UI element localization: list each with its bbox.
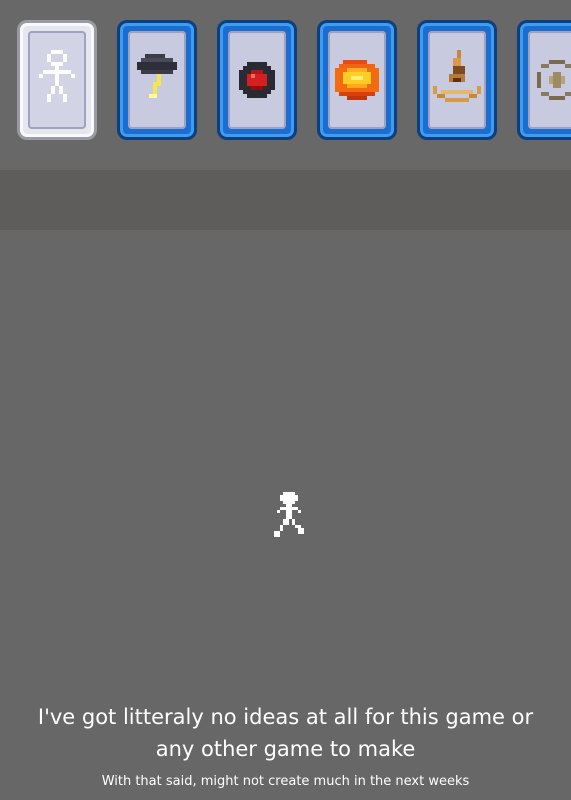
card-flame-pit[interactable] bbox=[417, 20, 497, 140]
card-ring[interactable] bbox=[517, 20, 571, 140]
storm-cloud-icon bbox=[137, 54, 177, 98]
flame-pit-icon bbox=[433, 50, 481, 102]
card-storm[interactable] bbox=[117, 20, 197, 140]
caption-line-1: I've got litteraly no ideas at all for t… bbox=[37, 705, 534, 729]
player-stickman bbox=[274, 492, 304, 537]
caption-line-2: any other game to make bbox=[155, 737, 416, 761]
card-fireball[interactable] bbox=[317, 20, 397, 140]
card-red-orb[interactable] bbox=[217, 20, 297, 140]
stickman-icon bbox=[39, 50, 75, 102]
card-stickman[interactable] bbox=[17, 20, 97, 140]
red-orb-icon bbox=[239, 62, 275, 98]
ring-icon bbox=[537, 60, 571, 100]
caption-note: With that said, might not create much in… bbox=[101, 774, 470, 789]
fireball-icon bbox=[335, 60, 379, 100]
card-bar bbox=[0, 0, 571, 170]
card-bar-lower-band bbox=[0, 170, 571, 230]
